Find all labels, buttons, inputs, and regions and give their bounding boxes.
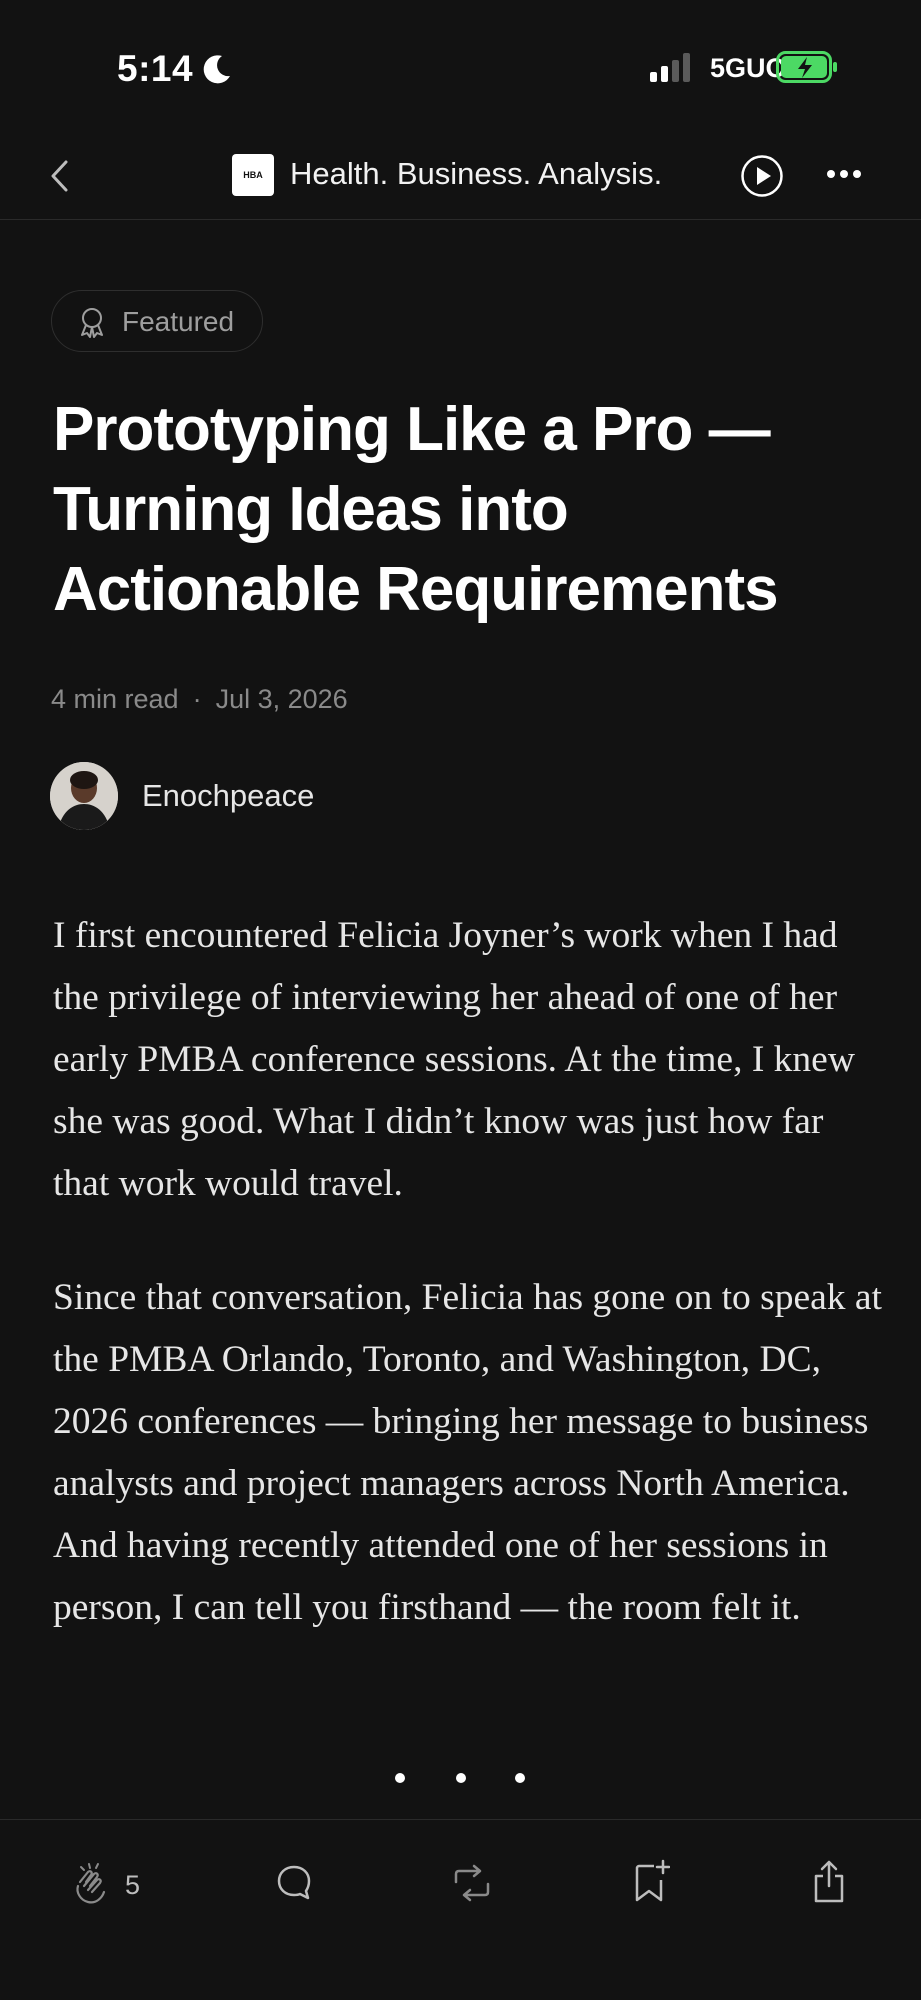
featured-label: Featured: [122, 306, 235, 337]
award-ribbon-icon: [81, 308, 103, 338]
comment-icon[interactable]: [276, 1864, 312, 1902]
section-break-dots: [395, 1773, 525, 1783]
signal-icon: [650, 53, 690, 82]
publication-name[interactable]: Health. Business. Analysis.: [290, 156, 662, 192]
author-name[interactable]: Enochpeace: [142, 778, 314, 814]
play-icon[interactable]: [740, 154, 784, 198]
back-chevron-icon[interactable]: [48, 158, 70, 194]
article-paragraph: Since that conversation, Felicia has gon…: [53, 1277, 882, 1628]
read-time: 4 min read: [51, 684, 179, 714]
article-meta: 4 min read · Jul 3, 2026: [51, 684, 348, 715]
bottom-bar-divider: [0, 1819, 921, 1820]
status-time: 5:14: [117, 48, 194, 89]
publication-logo[interactable]: HBA: [232, 154, 274, 196]
bookmark-add-icon[interactable]: [634, 1858, 670, 1904]
moon-icon: [203, 55, 230, 84]
meta-separator: ·: [192, 684, 202, 714]
article-paragraph: I first encountered Felicia Joyner’s wor…: [53, 915, 855, 1204]
clap-icon[interactable]: [70, 1862, 114, 1906]
article-title: Prototyping Like a Pro — Turning Ideas i…: [53, 395, 779, 624]
battery-charging-icon: [776, 51, 837, 83]
network-label: 5GUC: [710, 53, 786, 83]
author-avatar[interactable]: [50, 762, 118, 830]
repost-icon[interactable]: [450, 1864, 494, 1902]
share-icon[interactable]: [812, 1858, 846, 1904]
article-body: I first encountered Felicia Joyner’s wor…: [53, 905, 883, 1691]
nav-divider: [0, 219, 921, 220]
clap-count: 5: [125, 1870, 141, 1900]
publish-date: Jul 3, 2026: [215, 684, 348, 714]
more-options-icon[interactable]: [826, 164, 862, 184]
